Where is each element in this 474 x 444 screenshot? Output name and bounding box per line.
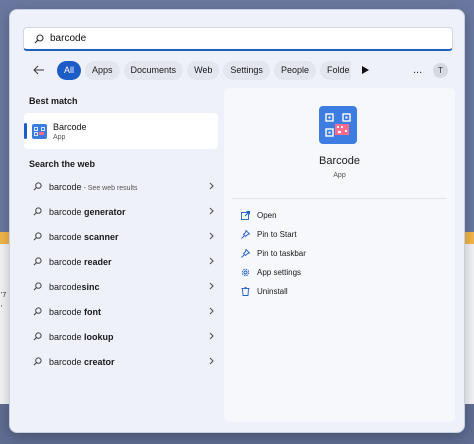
chevron-right-icon: [209, 282, 214, 290]
filter-all[interactable]: All: [57, 60, 82, 80]
chevron-right-icon: [209, 332, 214, 340]
open-action[interactable]: Open: [240, 206, 306, 225]
search-icon: [33, 332, 42, 341]
open-icon: [240, 211, 250, 220]
search-web-heading: Search the web: [29, 159, 96, 169]
app-settings-action[interactable]: App settings: [240, 263, 306, 282]
web-suggestion[interactable]: barcode scanner: [24, 224, 218, 249]
app-detail-pane: Barcode App Open Pin to Start Pin to tas…: [224, 88, 455, 422]
web-suggestion[interactable]: barcode font: [24, 299, 218, 324]
search-icon: [33, 307, 42, 316]
search-icon: [34, 33, 44, 43]
filter-documents[interactable]: Documents: [123, 60, 184, 80]
suggestion-label: barcode creator: [49, 356, 115, 367]
web-suggestion[interactable]: barcode - See web results: [24, 174, 218, 199]
filter-folders[interactable]: Folde: [319, 60, 352, 80]
search-icon: [33, 207, 42, 216]
best-match-name: Barcode: [53, 121, 87, 132]
action-label: App settings: [257, 268, 302, 277]
suggestion-label: barcodesinc: [49, 281, 100, 292]
filter-web[interactable]: Web: [187, 60, 220, 80]
pin-to-taskbar-action[interactable]: Pin to taskbar: [240, 244, 306, 263]
chevron-right-icon: [209, 182, 214, 190]
search-panel: All Apps Documents Web Settings People F…: [9, 9, 465, 433]
best-match-heading: Best match: [29, 96, 78, 106]
chevron-right-icon: [209, 357, 214, 365]
filter-bar: All Apps Documents Web Settings People F…: [23, 60, 371, 80]
background-text: '7: [1, 292, 7, 299]
avatar[interactable]: T: [433, 63, 448, 78]
search-icon: [33, 232, 42, 241]
barcode-app-icon: [319, 106, 357, 144]
web-suggestion[interactable]: barcodesinc: [24, 274, 218, 299]
barcode-app-icon: [32, 123, 47, 139]
chevron-right-icon: [209, 307, 214, 315]
play-right-icon: [361, 66, 369, 74]
web-suggestion[interactable]: barcode generator: [24, 199, 218, 224]
search-icon: [33, 357, 42, 366]
best-match-item[interactable]: Barcode App: [24, 113, 218, 149]
suggestion-label: barcode generator: [49, 206, 126, 217]
app-title: Barcode: [319, 155, 360, 167]
filter-settings[interactable]: Settings: [223, 60, 270, 80]
filter-people[interactable]: People: [273, 60, 316, 80]
suggestion-label: barcode scanner: [49, 231, 119, 242]
suggestion-label: barcode font: [49, 306, 102, 317]
suggestion-label: barcode lookup: [49, 331, 114, 342]
selection-indicator: [24, 123, 27, 139]
more-options-button[interactable]: ...: [413, 64, 422, 76]
pin-to-start-action[interactable]: Pin to Start: [240, 225, 306, 244]
action-label: Uninstall: [257, 287, 288, 296]
gear-icon: [240, 268, 250, 277]
divider: [232, 198, 447, 199]
search-box[interactable]: [23, 27, 453, 51]
chevron-right-icon: [209, 257, 214, 265]
uninstall-action[interactable]: Uninstall: [240, 282, 306, 301]
search-icon: [33, 257, 42, 266]
filter-apps[interactable]: Apps: [85, 60, 120, 80]
background-text: ': [1, 305, 3, 312]
action-label: Pin to Start: [257, 230, 297, 239]
arrow-left-icon: [33, 65, 44, 75]
action-label: Open: [257, 211, 277, 220]
search-input[interactable]: [50, 33, 430, 44]
search-icon: [33, 282, 42, 291]
web-suggestion[interactable]: barcode reader: [24, 249, 218, 274]
pin-icon: [240, 249, 250, 258]
pin-icon: [240, 230, 250, 239]
action-label: Pin to taskbar: [257, 249, 306, 258]
app-actions: Open Pin to Start Pin to taskbar App set…: [240, 206, 306, 301]
best-match-type: App: [53, 133, 66, 141]
trash-icon: [240, 287, 250, 296]
app-type: App: [333, 172, 346, 179]
back-button[interactable]: [30, 61, 48, 79]
suggestion-label: barcode - See web results: [49, 181, 138, 192]
web-suggestions: barcode - See web results barcode genera…: [24, 174, 218, 374]
web-suggestion[interactable]: barcode lookup: [24, 324, 218, 349]
scroll-filters-button[interactable]: [359, 66, 371, 74]
search-icon: [33, 182, 42, 191]
chevron-right-icon: [209, 232, 214, 240]
web-suggestion[interactable]: barcode creator: [24, 349, 218, 374]
chevron-right-icon: [209, 207, 214, 215]
suggestion-label: barcode reader: [49, 256, 112, 267]
